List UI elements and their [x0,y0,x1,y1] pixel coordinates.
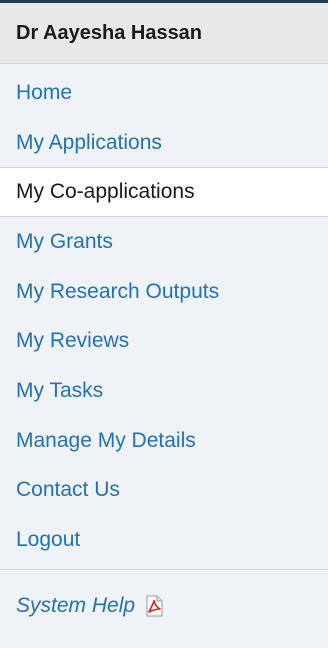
nav-item-my-research-outputs[interactable]: My Research Outputs [0,267,328,317]
nav-list: Home My Applications My Co-applications … [0,64,328,565]
nav-item-logout[interactable]: Logout [0,515,328,565]
nav-item-my-reviews[interactable]: My Reviews [0,316,328,366]
nav-item-my-grants[interactable]: My Grants [0,217,328,267]
nav-item-home[interactable]: Home [0,68,328,118]
nav-item-my-co-applications[interactable]: My Co-applications [0,167,328,218]
user-name: Dr Aayesha Hassan [16,21,203,44]
sidebar: Dr Aayesha Hassan Home My Applications M… [0,0,328,648]
nav-item-my-tasks[interactable]: My Tasks [0,366,328,416]
nav-item-my-applications[interactable]: My Applications [0,118,328,168]
help-section: System Help [0,568,328,643]
user-header: Dr Aayesha Hassan [0,3,328,64]
system-help-link[interactable]: System Help [16,594,135,618]
nav-item-manage-my-details[interactable]: Manage My Details [0,416,328,466]
nav-item-contact-us[interactable]: Contact Us [0,466,328,516]
pdf-icon[interactable] [143,595,165,617]
